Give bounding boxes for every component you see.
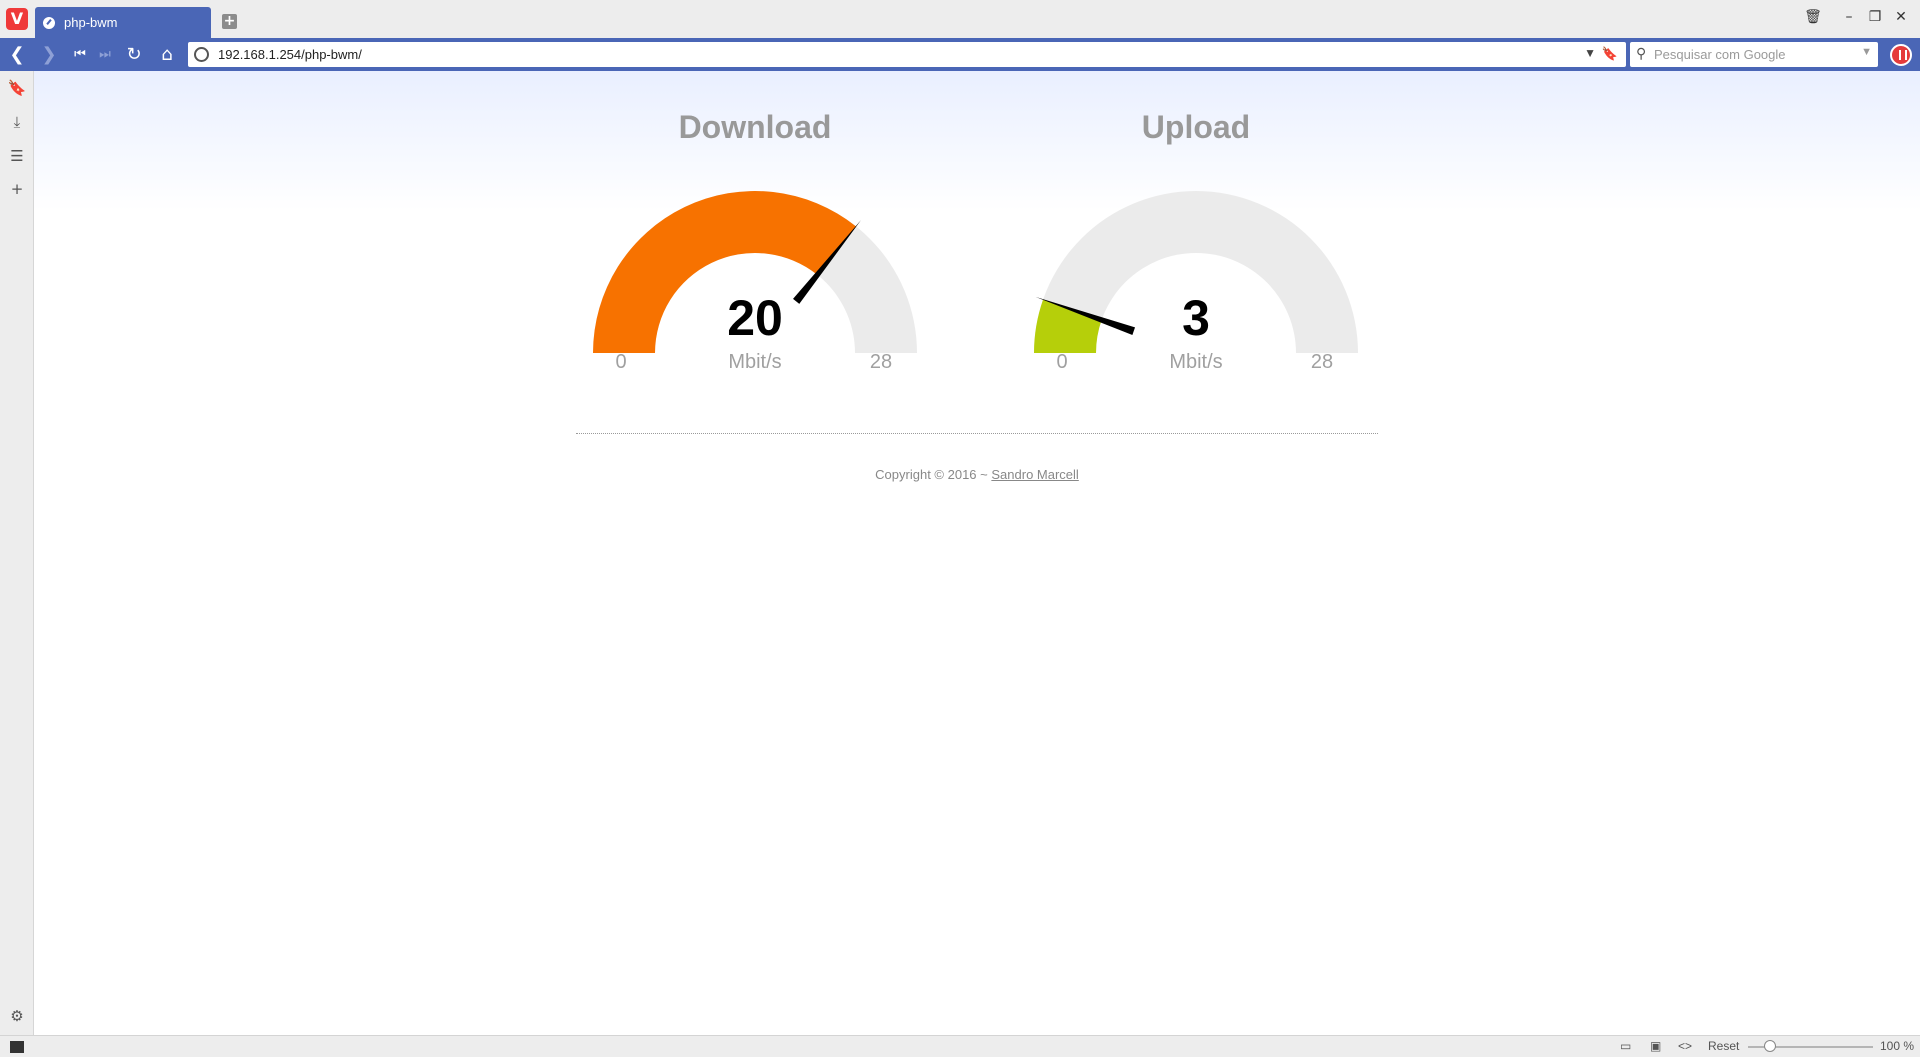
download-value: 20 xyxy=(727,290,783,346)
status-bar: ▭ ▣ <> Reset 100 % xyxy=(0,1035,1920,1057)
download-icon[interactable]: ⤓ xyxy=(6,111,28,133)
page-tiling-icon[interactable]: ▭ xyxy=(1620,1039,1631,1054)
download-gauge: Download 20 Mbit/s 0 28 xyxy=(575,71,935,391)
side-panel: 🔖 ⤓ ☰ + ⚙ xyxy=(0,71,34,1035)
close-window-button[interactable]: ✕ xyxy=(1888,6,1914,28)
download-min-label: 0 xyxy=(615,351,627,373)
address-bar: ❮ ❯ ⏮ ⏭ ↻ ⌂ 192.168.1.254/php-bwm/ ▼ 🔖 ⚲… xyxy=(0,38,1920,71)
toggle-panel-icon[interactable] xyxy=(10,1041,24,1053)
bookmarks-panel-icon[interactable]: 🔖 xyxy=(6,77,28,99)
bookmark-page-icon[interactable]: 🔖 xyxy=(1602,46,1618,62)
rewind-button[interactable]: ⏮ xyxy=(67,42,93,68)
notes-icon[interactable]: ☰ xyxy=(6,145,28,167)
url-history-dropdown-icon[interactable]: ▼ xyxy=(1584,46,1596,60)
url-field[interactable]: 192.168.1.254/php-bwm/ ▼ 🔖 xyxy=(188,42,1626,67)
add-panel-icon[interactable]: + xyxy=(6,178,28,200)
reload-button[interactable]: ↻ xyxy=(121,42,147,68)
forward-button[interactable]: ❯ xyxy=(36,42,62,68)
zoom-reset-button[interactable]: Reset xyxy=(1708,1039,1739,1054)
gear-icon[interactable]: ⚙ xyxy=(6,1005,28,1027)
tab-title: php-bwm xyxy=(64,15,118,30)
download-max-label: 28 xyxy=(869,351,893,373)
upload-value: 3 xyxy=(1182,290,1210,346)
speedometer-favicon-icon xyxy=(41,15,57,31)
search-field[interactable]: ⚲ ▼ xyxy=(1630,42,1878,67)
search-icon: ⚲ xyxy=(1636,45,1647,61)
home-button[interactable]: ⌂ xyxy=(154,42,180,68)
upload-max-label: 28 xyxy=(1310,351,1334,373)
copyright-text: Copyright © 2016 ~ xyxy=(875,467,988,482)
page-content: Download 20 Mbit/s 0 28 Upload 3 Mbit/s … xyxy=(34,71,1920,1035)
trash-icon[interactable]: 🗑 xyxy=(1800,6,1826,28)
back-button[interactable]: ❮ xyxy=(4,42,30,68)
new-tab-button[interactable]: + xyxy=(222,14,237,29)
fast-forward-button[interactable]: ⏭ xyxy=(92,42,118,68)
site-info-icon[interactable] xyxy=(194,47,209,62)
search-input[interactable] xyxy=(1654,45,1844,63)
zoom-level: 100 % xyxy=(1880,1039,1915,1053)
footer: Copyright © 2016 ~ Sandro Marcell xyxy=(576,467,1378,483)
upload-gauge: Upload 3 Mbit/s 0 28 xyxy=(1016,71,1376,391)
image-toggle-icon[interactable]: ▣ xyxy=(1650,1039,1661,1054)
tab-php-bwm[interactable]: php-bwm xyxy=(35,7,211,38)
adblock-icon[interactable] xyxy=(1890,44,1912,66)
restore-button[interactable]: ❐ xyxy=(1862,6,1888,28)
page-actions-icon[interactable]: <> xyxy=(1678,1039,1692,1054)
tab-strip: V php-bwm + 🗑 – ❐ ✕ xyxy=(0,0,1920,39)
minimize-button[interactable]: – xyxy=(1836,6,1862,28)
url-text[interactable]: 192.168.1.254/php-bwm/ xyxy=(218,46,362,63)
upload-min-label: 0 xyxy=(1056,351,1068,373)
footer-divider xyxy=(576,433,1378,434)
vivaldi-logo-icon[interactable]: V xyxy=(6,8,28,30)
search-engine-dropdown-icon[interactable]: ▼ xyxy=(1861,46,1872,58)
zoom-slider-thumb[interactable] xyxy=(1764,1040,1776,1052)
author-link[interactable]: Sandro Marcell xyxy=(991,467,1078,482)
